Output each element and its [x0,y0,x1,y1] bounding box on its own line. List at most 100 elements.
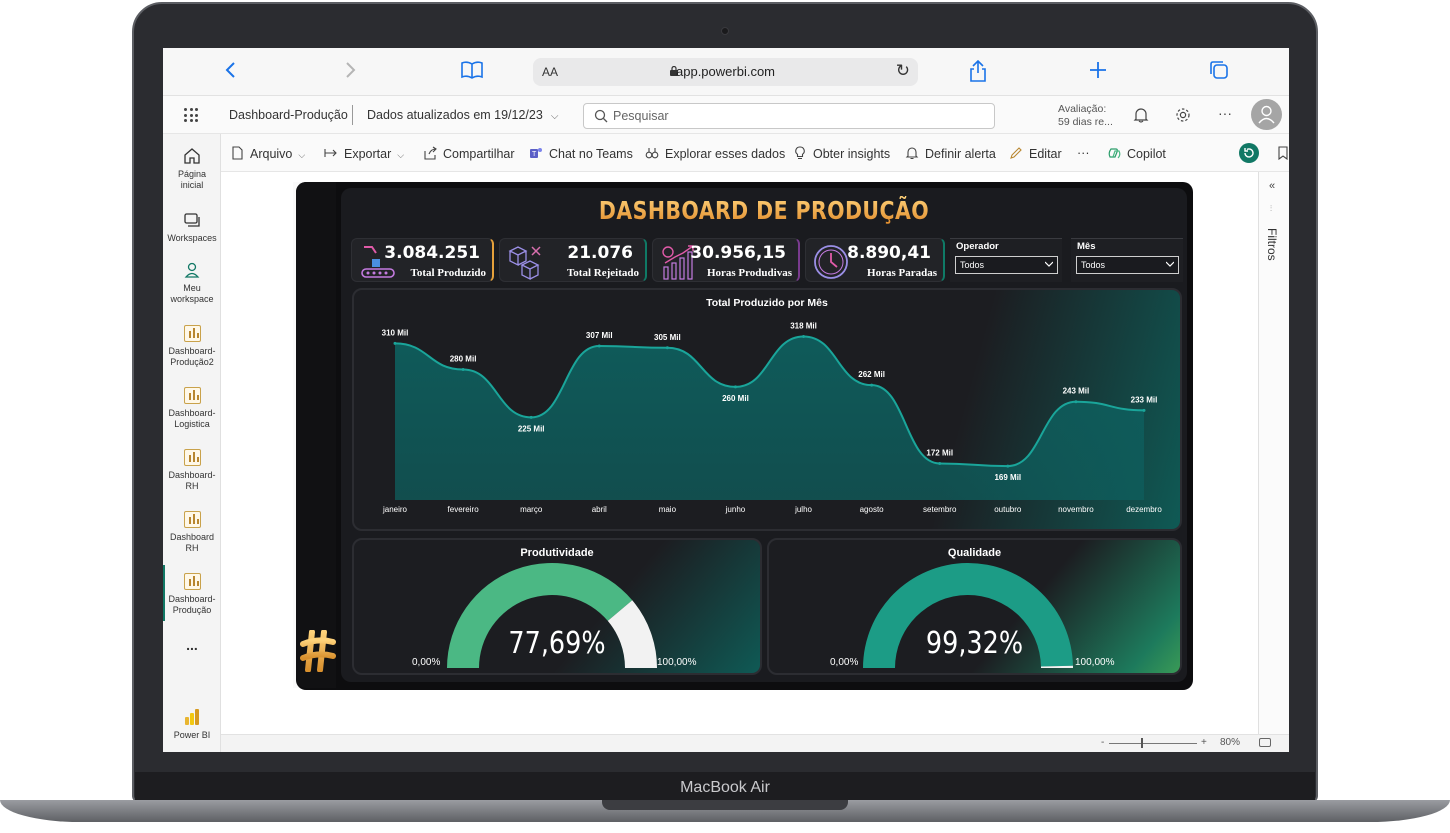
boxes-icon [508,246,541,281]
workspaces-icon [184,213,200,227]
reload-icon[interactable]: ↻ [896,61,910,81]
alert-button[interactable]: Definir alerta [905,146,996,161]
status-bar: - + 80% [221,734,1289,752]
nav-my-label: Meu [183,283,201,293]
address-bar[interactable]: AA app.powerbi.com ↻ [533,58,918,86]
data-point[interactable] [529,415,533,419]
bookmarks-icon[interactable] [460,60,484,85]
report-icon [183,573,201,590]
fit-to-page-icon[interactable] [1259,738,1271,747]
data-point[interactable] [1074,400,1078,404]
trial-status[interactable]: Avaliação: 59 dias re... [1058,103,1113,129]
nav-my-label-2: workspace [170,294,214,304]
edit-label: Editar [1029,147,1062,161]
nav-report-rh[interactable]: Dashboard- RH [163,449,221,492]
search-icon [594,109,608,123]
person-icon [184,262,200,278]
tabs-icon[interactable] [1209,60,1229,85]
insights-button[interactable]: Obter insights [793,146,890,161]
data-updated-dropdown[interactable]: Dados atualizados em 19/12/23 ⌵ [367,108,558,122]
back-icon[interactable] [225,60,237,84]
nav-powerbi[interactable]: Power BI [163,707,221,741]
nav-report-logistica[interactable]: Dashboard- Logistica [163,387,221,430]
share-icon[interactable] [969,59,987,87]
data-point[interactable] [802,334,806,338]
kpi-label: Horas Paradas [867,267,937,279]
data-point[interactable] [870,383,874,387]
operador-dropdown[interactable]: Todos [955,256,1058,274]
gauge-card-qualidade[interactable]: Qualidade 99,32% 0,00% 100,00% [767,538,1182,675]
file-menu[interactable]: Arquivo ⌵ [230,146,305,161]
chevron-down-icon [1166,261,1174,267]
zoom-slider-thumb[interactable] [1141,738,1143,748]
data-label: 305 Mil [654,333,681,342]
filters-label: Filtros [1265,228,1279,261]
data-point[interactable] [461,368,465,371]
nav-home-label-2: inicial [180,180,204,190]
nav-r3-label: Dashboard- [168,470,216,480]
nav-my-workspace[interactable]: Meu workspace [163,260,221,305]
kpi-card-horas-produtivas[interactable]: 30.956,15 Horas Produdivas [652,238,800,282]
data-point[interactable] [597,344,601,348]
refresh-icon[interactable] [1239,143,1259,163]
teams-label: Chat no Teams [549,147,633,161]
explore-button[interactable]: Explorar esses dados [645,146,785,161]
app-launcher-icon[interactable] [184,108,198,122]
share-button[interactable]: Compartilhar [423,146,515,161]
kpi-card-horas-paradas[interactable]: 8.890,41 Horas Paradas [805,238,945,282]
x-tick-label: dezembro [1126,505,1162,514]
data-point[interactable] [665,346,669,350]
forward-icon[interactable] [344,60,356,84]
nav-more[interactable]: ... [163,638,221,652]
copilot-button[interactable]: Copilot [1107,146,1166,161]
avatar[interactable] [1251,99,1282,130]
bell-icon[interactable] [1132,106,1150,124]
data-point[interactable] [938,461,942,465]
nav-home[interactable]: Página inicial [163,146,221,191]
zoom-out-button[interactable]: - [1101,737,1104,748]
data-point[interactable] [733,385,737,389]
gear-icon[interactable] [1174,106,1192,124]
collapse-icon[interactable]: « [1269,180,1275,192]
filters-pane[interactable]: « ⫶ Filtros [1258,172,1289,734]
nav-report-rh-2[interactable]: Dashboard RH [163,511,221,554]
kpi-value: 8.890,41 [847,243,931,263]
x-tick-label: fevereiro [448,505,480,514]
x-tick-label: janeiro [382,505,408,514]
nav-r3-label-2: RH [185,481,199,491]
gauge-card-produtividade[interactable]: Produtividade 77,69% 0,00% 100,00% [352,538,762,675]
slicer-label: Mês [1077,241,1096,252]
nav-workspaces-label: Workspaces [167,233,217,243]
kpi-card-total-produzido[interactable]: 3.084.251 Total Produzido [351,238,494,282]
more-options-icon[interactable]: ··· [1218,105,1232,121]
bell-icon [905,147,919,160]
export-menu[interactable]: Exportar ⌵ [324,146,404,161]
data-label: 225 Mil [518,424,545,433]
mes-dropdown[interactable]: Todos [1076,256,1179,274]
nav-workspaces[interactable]: Workspaces [163,210,221,244]
zoom-slider-track[interactable] [1109,743,1197,744]
chevron-down-icon [1045,261,1053,267]
kpi-card-total-rejeitado[interactable]: 21.076 Total Rejeitado [499,238,647,282]
edit-button[interactable]: Editar [1009,146,1062,161]
nav-r2-label: Dashboard- [168,408,216,418]
data-point[interactable] [393,341,397,345]
teams-button[interactable]: T Chat no Teams [529,146,633,161]
more-actions[interactable]: ··· [1077,146,1090,160]
data-point[interactable] [1006,464,1010,468]
nav-report-producao2[interactable]: Dashboard- Produção2 [163,325,221,368]
report-name[interactable]: Dashboard-Produção [229,108,348,122]
monthly-production-chart[interactable]: Total Produzido por Mês 310 Mil janeiro 28… [352,288,1182,531]
new-tab-icon[interactable] [1089,60,1107,84]
share-label: Compartilhar [443,147,515,161]
divider [352,105,353,125]
data-label: 318 Mil [790,321,817,330]
nav-powerbi-label: Power BI [173,730,211,740]
bookmark-icon[interactable] [1277,146,1289,163]
filter-toggle-icon[interactable]: ⫶ [1270,204,1272,214]
zoom-in-button[interactable]: + [1201,737,1207,748]
report-background: DASHBOARD DE PRODUÇÃO 3.084.251 Total Pr… [296,182,1193,690]
nav-report-producao[interactable]: Dashboard- Produção [163,573,221,616]
search-input[interactable]: Pesquisar [583,103,995,129]
data-point[interactable] [1142,408,1146,412]
